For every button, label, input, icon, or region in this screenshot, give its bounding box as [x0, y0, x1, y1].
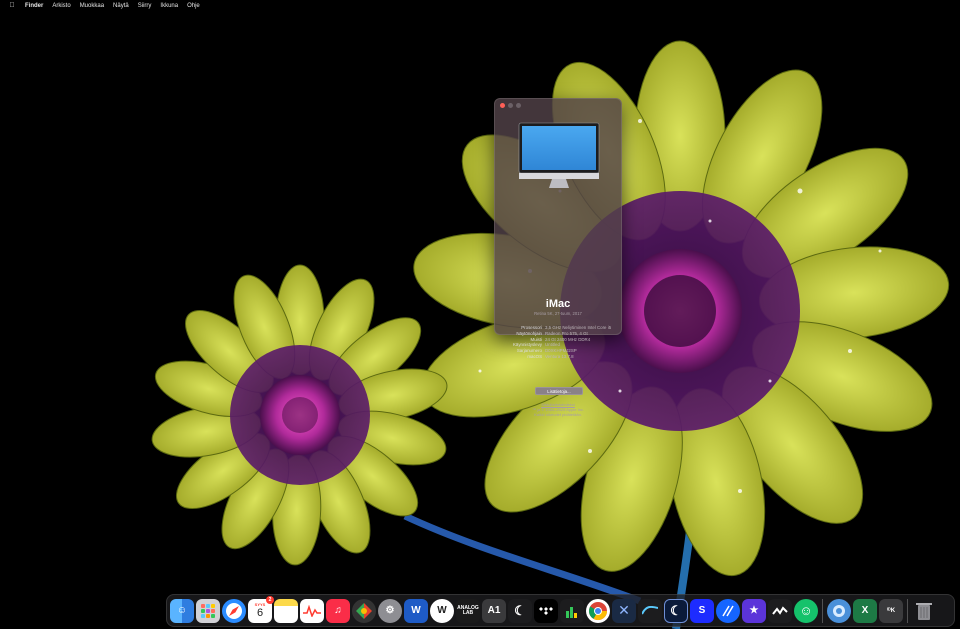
trash-icon[interactable] [912, 599, 936, 623]
x-app-icon[interactable]: ✕ [612, 598, 636, 623]
analog-lab-icon[interactable]: ANALOG LAB [456, 598, 480, 623]
spec-row-macos: macOS Ventura 13.7.8 [499, 354, 619, 360]
safari-icon[interactable] [222, 598, 246, 623]
stripes-icon[interactable] [716, 598, 740, 623]
menu-item-nayta[interactable]: Näytä [113, 3, 129, 9]
menu-item-ikkuna[interactable]: Ikkuna [160, 3, 178, 9]
chrome-icon[interactable] [586, 598, 610, 623]
spec-label: macOS [527, 353, 542, 359]
notes-icon[interactable] [274, 598, 298, 623]
calendar-icon[interactable]: SYYS 6 2 [248, 595, 274, 623]
star-icon[interactable]: ★ [742, 598, 766, 623]
w-app-icon[interactable]: W [430, 598, 454, 623]
finder-icon[interactable]: ☺ [170, 598, 194, 623]
menu-bar:  Finder Arkisto Muokkaa Näytä Siirry Ik… [0, 0, 960, 11]
copyright-line-2: Kaikki oikeudet pidätetään. [534, 412, 582, 418]
about-this-mac-window: iMac Retina 5K, 27-tuum, 2017 Prosessori… [494, 98, 622, 417]
menu-item-muokkaa[interactable]: Muokkaa [80, 3, 104, 9]
legal-info: Säädöstietoindeksi ™ ja © 1983–2025 Appl… [495, 402, 621, 418]
apple-icon[interactable]:  [8, 2, 16, 9]
word-icon[interactable]: W [404, 598, 428, 623]
smile-icon[interactable]: ☺ [794, 598, 818, 623]
menu-item-ohje[interactable]: Ohje [187, 3, 200, 9]
squiggle-icon[interactable] [768, 598, 792, 623]
window-controls [500, 103, 521, 108]
activity-monitor-icon[interactable] [300, 598, 324, 623]
display-icon[interactable]: ᴵᴰK [879, 598, 903, 623]
wave-icon[interactable] [638, 598, 662, 623]
launchpad-icon[interactable] [196, 598, 220, 623]
desktop-wallpaper [151, 40, 950, 629]
dock: ☺ SYYS 6 2 ♫ ⚙ W W ANALOG LAB A1 ☾ ✕ ☾ S… [166, 594, 955, 627]
zoom-button[interactable] [516, 103, 521, 108]
more-info-button[interactable]: Lisätietoja... [535, 387, 583, 395]
music-icon[interactable]: ♫ [326, 598, 350, 623]
menu-item-siirry[interactable]: Siirry [138, 3, 152, 9]
calendar-badge: 2 [266, 595, 274, 604]
tidal-icon[interactable] [534, 598, 558, 623]
chrome-like-icon[interactable] [352, 598, 376, 623]
minimize-button[interactable] [508, 103, 513, 108]
downloads-icon[interactable] [827, 598, 851, 623]
dock-separator [907, 598, 908, 623]
excel-icon[interactable]: X [853, 598, 877, 623]
moon-icon[interactable]: ☾ [508, 598, 532, 623]
menu-app-name[interactable]: Finder [25, 3, 43, 9]
spec-value: Ventura 13.7.8 [545, 353, 574, 359]
system-settings-icon[interactable]: ⚙ [378, 598, 402, 623]
close-button[interactable] [500, 103, 505, 108]
spec-list: Prosessori 3,5 GHz Neliytiminen Intel Co… [499, 325, 619, 360]
menu-item-arkisto[interactable]: Arkisto [52, 3, 70, 9]
imac-icon [518, 122, 600, 188]
chart-icon[interactable] [560, 598, 584, 623]
model-name: iMac [545, 298, 571, 310]
s-app-icon[interactable]: S [690, 598, 714, 623]
night-shift-icon[interactable]: ☾ [664, 598, 688, 623]
lab-label: LAB [462, 609, 474, 616]
a1-icon[interactable]: A1 [482, 598, 506, 623]
dock-separator [822, 598, 823, 623]
calendar-day: 6 [256, 607, 264, 619]
model-subtitle: Retina 5K, 27-tuum, 2017 [534, 311, 582, 316]
